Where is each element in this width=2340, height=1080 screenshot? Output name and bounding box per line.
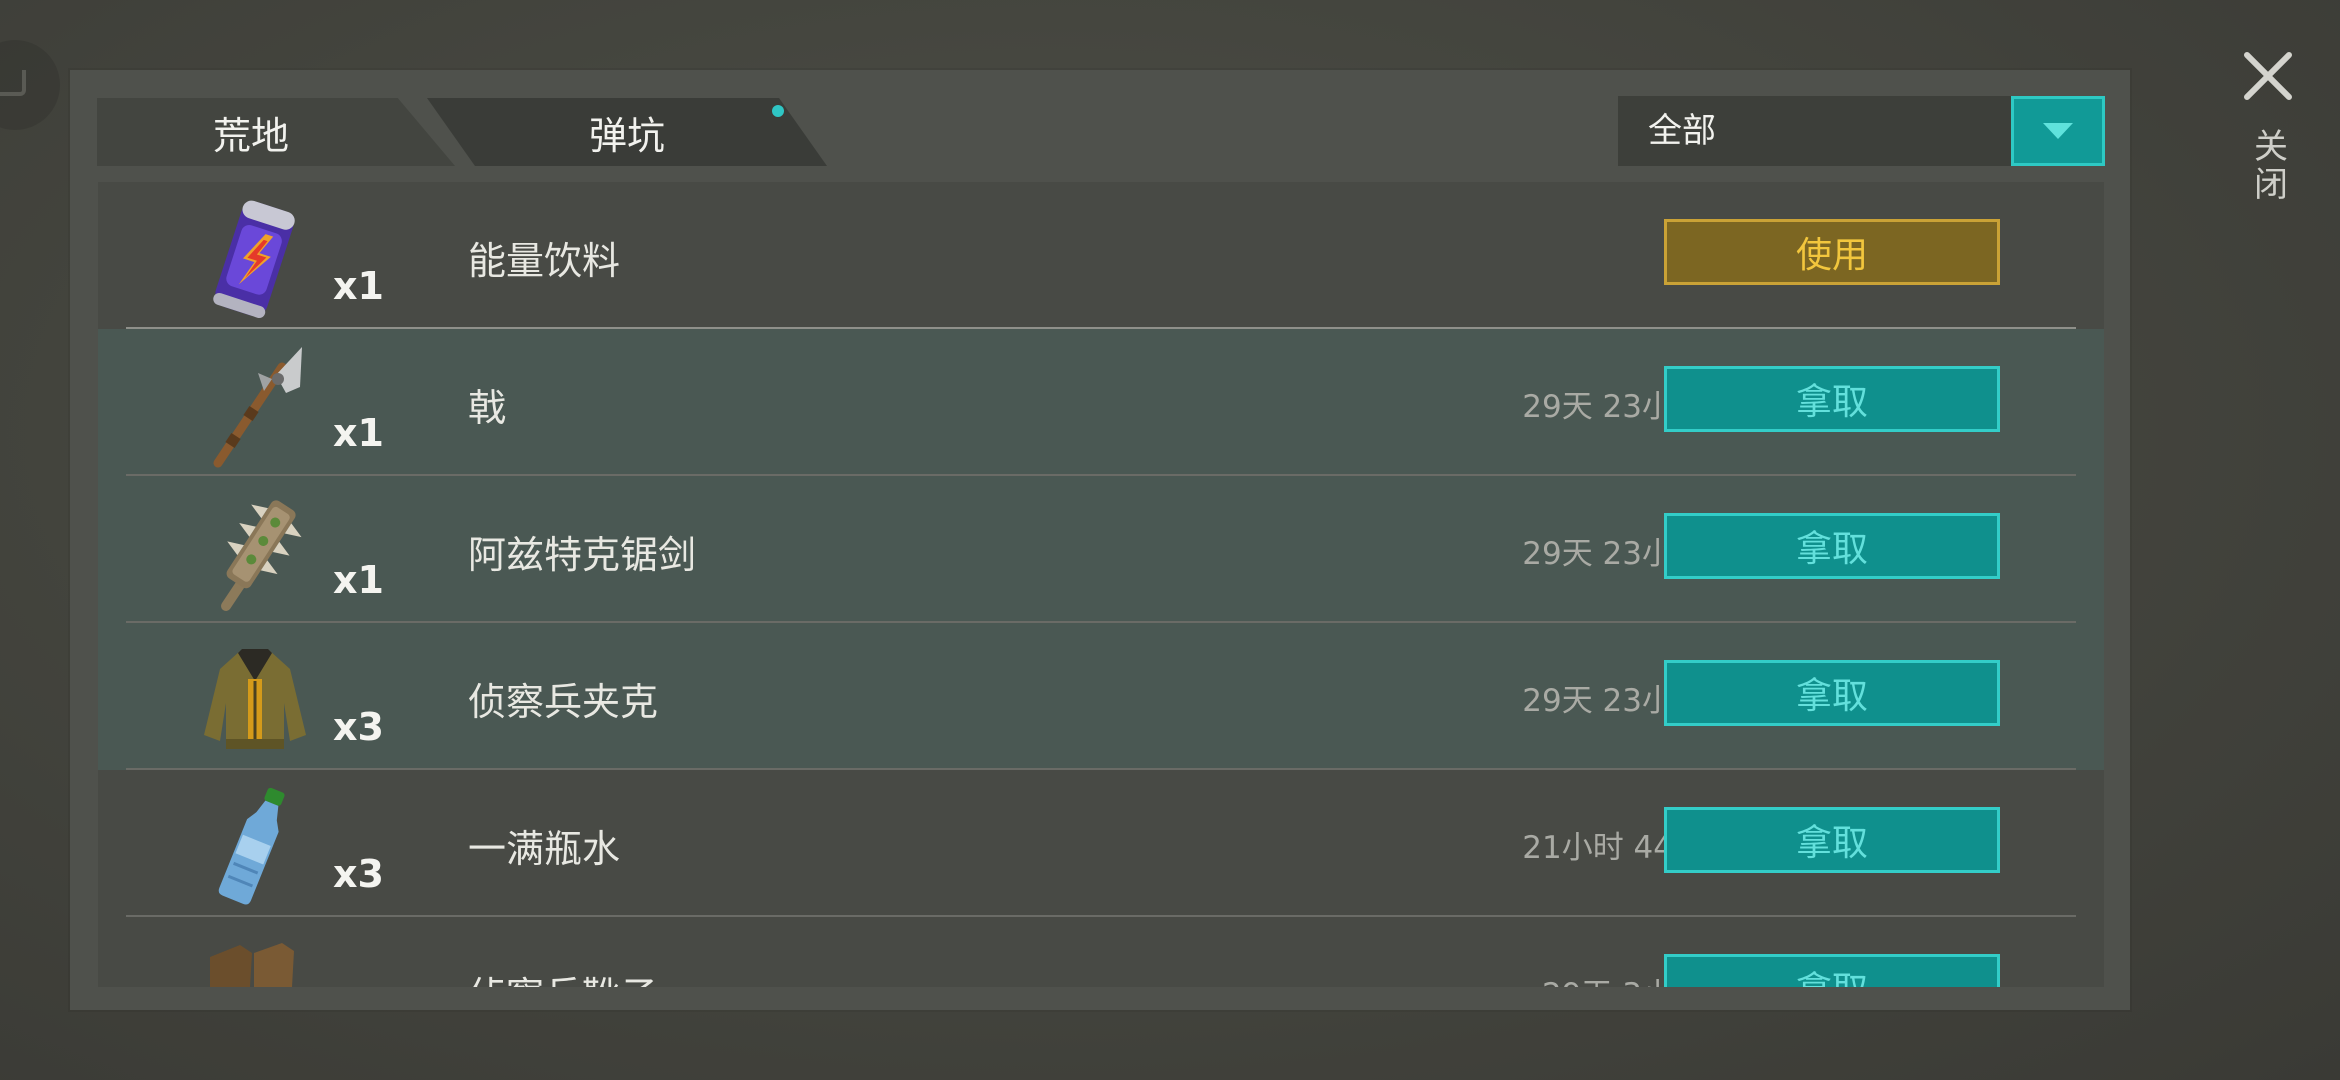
item-name: 阿兹特克锯剑 (468, 533, 697, 577)
item-quantity: x1 (333, 411, 384, 455)
notification-dot (772, 105, 784, 117)
close-button[interactable]: 关闭 (2238, 50, 2298, 220)
filter-dropdown[interactable]: 全部 (1618, 96, 2105, 166)
scout-boots-icon (210, 943, 294, 987)
take-button[interactable]: 拿取 (1664, 807, 2000, 873)
energy-drink-icon (213, 200, 295, 318)
tab-wasteland[interactable]: 荒地 (97, 98, 455, 166)
item-quantity: x1 (333, 264, 384, 308)
dropdown-toggle-button[interactable] (2011, 96, 2105, 166)
item-name: 能量饮料 (468, 239, 621, 283)
list-item: x3 侦察兵夹克 29天 23小时 拿取 (98, 623, 2104, 770)
aztec-saw-sword-icon (221, 500, 302, 611)
tab-crater[interactable]: 弹坑 (427, 98, 827, 166)
item-quantity: x3 (333, 705, 384, 749)
take-button[interactable]: 拿取 (1664, 660, 2000, 726)
item-quantity: x1 (333, 558, 384, 602)
tab-bar: 荒地 弹坑 (97, 98, 907, 166)
take-button[interactable]: 拿取 (1664, 513, 2000, 579)
item-quantity: x3 (333, 852, 384, 896)
close-icon (2244, 52, 2292, 100)
tab-label: 弹坑 (588, 113, 665, 158)
close-label: 关闭 (2247, 128, 2288, 204)
item-name: 侦察兵靴子 (468, 965, 658, 987)
take-button[interactable]: 拿取 (1664, 954, 2000, 987)
item-name: 戟 (468, 386, 507, 430)
scout-jacket-icon (204, 649, 306, 749)
list-item: x1 戟 29天 23小时 拿取 (98, 329, 2104, 476)
list-item: 侦察兵靴子 29天 3小时 拿取 (98, 917, 2104, 987)
list-item: x1 能量饮料 使用 (98, 182, 2104, 329)
storage-panel: 荒地 弹坑 全部 x1 能量饮料 使用 x1 戟 29天 23小时 拿取 x1 … (70, 70, 2130, 1010)
halberd-icon (213, 347, 302, 468)
item-list[interactable]: x1 能量饮料 使用 x1 戟 29天 23小时 拿取 x1 阿兹特克锯剑 29… (98, 182, 2104, 987)
item-name: 侦察兵夹克 (468, 680, 659, 724)
item-name: 一满瓶水 (468, 827, 621, 871)
chevron-down-icon (2043, 123, 2073, 139)
take-button[interactable]: 拿取 (1664, 366, 2000, 432)
list-item: x1 阿兹特克锯剑 29天 23小时 拿取 (98, 476, 2104, 623)
filter-selected-value: 全部 (1648, 111, 1716, 151)
corner-bracket-icon (0, 70, 26, 96)
list-item: x3 一满瓶水 21小时 44分 拿取 (98, 770, 2104, 917)
use-button[interactable]: 使用 (1664, 219, 2000, 285)
tab-label: 荒地 (212, 113, 289, 158)
water-bottle-icon (218, 787, 285, 905)
